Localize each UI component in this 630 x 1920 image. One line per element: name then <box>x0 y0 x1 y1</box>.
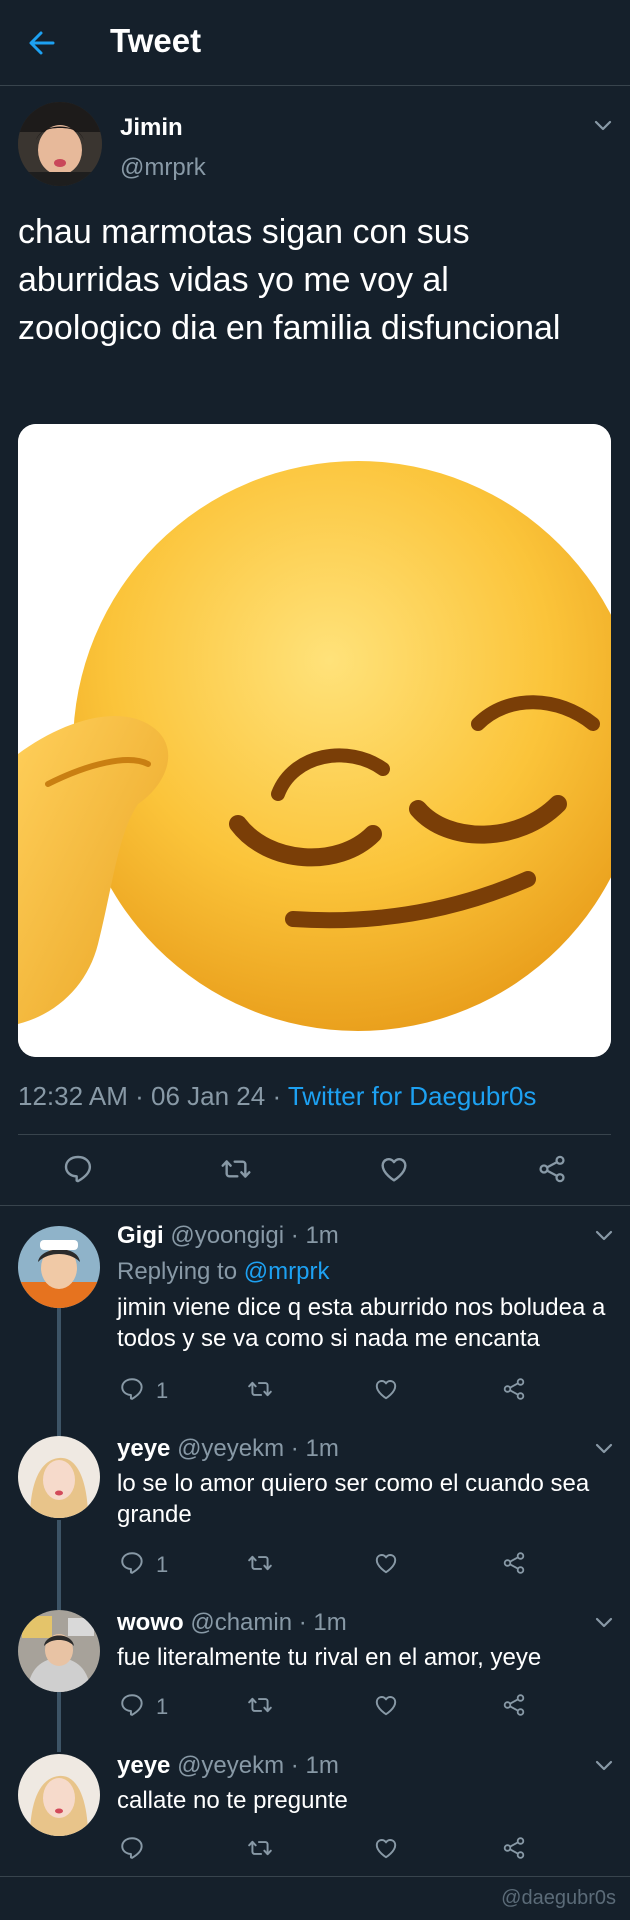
replying-to-label: Replying to <box>117 1258 238 1285</box>
meta-separator: · <box>290 1752 306 1779</box>
top-bar: Tweet <box>0 0 630 86</box>
tweet-time: 12:32 AM <box>18 1081 128 1111</box>
retweet-icon[interactable] <box>247 1835 273 1861</box>
avatar-photo <box>18 1436 100 1518</box>
divider <box>18 1134 611 1135</box>
reply-header: wowo @chamin · 1m <box>117 1609 347 1637</box>
thread-line <box>57 1520 61 1610</box>
arrow-left-icon[interactable] <box>26 27 58 59</box>
like-icon[interactable] <box>373 1835 399 1861</box>
meta-separator: · <box>135 1081 151 1111</box>
reply-count: 1 <box>156 1378 169 1403</box>
tweet-meta: 12:32 AM · 06 Jan 24 · Twitter for Daegu… <box>18 1081 536 1112</box>
reply-author-name[interactable]: yeye <box>117 1435 170 1462</box>
author-name[interactable]: Jimin <box>120 114 183 142</box>
reply-author-handle[interactable]: @yeyekm <box>177 1752 284 1779</box>
reply-text: callate no te pregunte <box>117 1787 348 1814</box>
reply-icon[interactable] <box>119 1692 145 1718</box>
avatar-photo <box>18 1610 100 1692</box>
share-icon[interactable] <box>501 1376 527 1402</box>
retweet-icon[interactable] <box>247 1692 273 1718</box>
chevron-down-icon[interactable] <box>594 1229 614 1243</box>
like-icon[interactable] <box>373 1692 399 1718</box>
meta-separator: · <box>298 1609 314 1636</box>
reply-author-handle[interactable]: @chamin <box>190 1609 292 1636</box>
share-icon[interactable] <box>501 1692 527 1718</box>
retweet-icon[interactable] <box>247 1550 273 1576</box>
reply-time: 1m <box>305 1435 339 1462</box>
tweet-text: chau marmotas sigan con sus aburridas vi… <box>18 213 561 347</box>
reply-header: yeye @yeyekm · 1m <box>117 1752 339 1780</box>
retweet-icon[interactable] <box>247 1376 273 1402</box>
avatar-photo <box>18 102 102 186</box>
watermark: @daegubr0s <box>501 1887 616 1909</box>
chevron-down-icon[interactable] <box>594 1759 614 1773</box>
reply-text: fue literalmente tu rival en el amor, ye… <box>117 1644 542 1671</box>
reply-icon[interactable] <box>119 1835 145 1861</box>
reply-icon[interactable] <box>119 1550 145 1576</box>
reply-author-name[interactable]: yeye <box>117 1752 170 1779</box>
reply-time: 1m <box>305 1752 339 1779</box>
meta-separator: · <box>290 1222 306 1249</box>
chevron-down-icon[interactable] <box>593 119 613 133</box>
avatar[interactable] <box>18 102 102 186</box>
tweet-date: 06 Jan 24 <box>150 1081 266 1111</box>
reply-text: lo se lo amor quiero ser como el cuando … <box>117 1470 590 1528</box>
meta-separator: · <box>272 1081 288 1111</box>
reply-text: jimin viene dice q esta aburrido nos bol… <box>117 1294 606 1352</box>
share-icon[interactable] <box>501 1835 527 1861</box>
avatar[interactable] <box>18 1610 100 1692</box>
avatar[interactable] <box>18 1226 100 1308</box>
thread-line <box>57 1692 61 1752</box>
avatar-photo <box>18 1226 100 1308</box>
chevron-down-icon[interactable] <box>594 1616 614 1630</box>
avatar[interactable] <box>18 1754 100 1836</box>
retweet-icon[interactable] <box>220 1153 252 1185</box>
reply-count: 1 <box>156 1552 169 1577</box>
reply-header: Gigi @yoongigi · 1m <box>117 1222 339 1250</box>
like-icon[interactable] <box>373 1376 399 1402</box>
divider <box>0 1205 630 1206</box>
divider <box>0 1876 630 1877</box>
meta-separator: · <box>290 1435 306 1462</box>
share-icon[interactable] <box>501 1550 527 1576</box>
tweet-media[interactable] <box>18 424 611 1057</box>
share-icon[interactable] <box>536 1153 568 1185</box>
tweet-source-link[interactable]: Twitter for Daegubr0s <box>288 1081 537 1111</box>
reply-time: 1m <box>305 1222 339 1249</box>
reply-author-handle[interactable]: @yoongigi <box>170 1222 284 1249</box>
reply-icon[interactable] <box>62 1153 94 1185</box>
author-handle[interactable]: @mrprk <box>120 154 206 182</box>
saluting-smirk-emoji <box>18 424 611 1057</box>
replying-to-mention[interactable]: @mrprk <box>244 1258 330 1285</box>
replying-to: Replying to @mrprk <box>117 1258 329 1286</box>
avatar[interactable] <box>18 1436 100 1518</box>
like-icon[interactable] <box>378 1153 410 1185</box>
reply-icon[interactable] <box>119 1376 145 1402</box>
chevron-down-icon[interactable] <box>594 1442 614 1456</box>
thread-line <box>57 1308 61 1438</box>
reply-author-name[interactable]: Gigi <box>117 1222 164 1249</box>
reply-count: 1 <box>156 1694 169 1719</box>
reply-author-handle[interactable]: @yeyekm <box>177 1435 284 1462</box>
page-title: Tweet <box>110 22 202 59</box>
reply-header: yeye @yeyekm · 1m <box>117 1435 339 1463</box>
reply-time: 1m <box>313 1609 347 1636</box>
like-icon[interactable] <box>373 1550 399 1576</box>
avatar-photo <box>18 1754 100 1836</box>
reply-author-name[interactable]: wowo <box>117 1609 184 1636</box>
